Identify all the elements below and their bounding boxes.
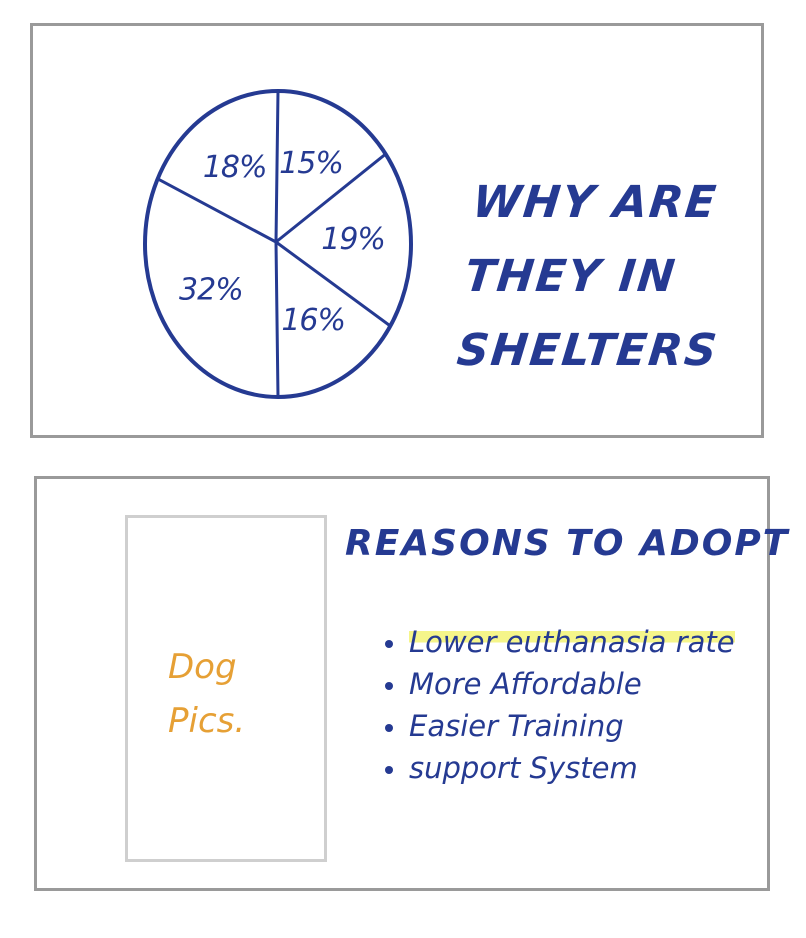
list-item: support System (381, 747, 735, 789)
dog-photo-placeholder: Dog Pics. (125, 515, 327, 862)
pie-slice-label: 19% (321, 222, 385, 257)
reason-text: support System (409, 751, 638, 785)
reason-text: Easier Training (409, 709, 624, 743)
list-item: Lower euthanasia rate (381, 621, 735, 663)
title-line: WHY ARE (470, 177, 721, 228)
list-item: More Affordable (381, 663, 735, 705)
pie-slice-divider (274, 240, 280, 399)
reason-text: More Affordable (409, 667, 642, 701)
pie-slice-label: 32% (179, 273, 243, 308)
pie-slice-divider (156, 177, 278, 244)
reasons-to-adopt-panel: Dog Pics. REASONS TO ADOPT Lower euthana… (34, 476, 787, 891)
pie-slice-divider (274, 89, 280, 244)
reasons-list: Lower euthanasia rate More Affordable Ea… (381, 621, 735, 789)
dog-pics-label: Dog Pics. (168, 640, 245, 748)
title-line: THEY IN (462, 251, 680, 302)
pie-slice-label: 16% (281, 303, 345, 338)
why-in-shelters-panel: 15% 19% 16% 32% 18% WHY ARE THEY IN SHELTERS (30, 23, 764, 438)
title-line: SHELTERS (454, 325, 721, 376)
why-are-they-in-shelters-title: WHY ARE THEY IN SHELTERS (453, 166, 756, 388)
reason-text: Lower euthanasia rate (409, 625, 735, 659)
list-item: Easier Training (381, 705, 735, 747)
reasons-title: REASONS TO ADOPT (345, 523, 790, 564)
dog-pics-line: Dog (168, 647, 237, 687)
pie-slice-label: 15% (279, 146, 343, 181)
pie-slice-label: 18% (203, 150, 267, 185)
dog-pics-line: Pics. (168, 701, 246, 741)
